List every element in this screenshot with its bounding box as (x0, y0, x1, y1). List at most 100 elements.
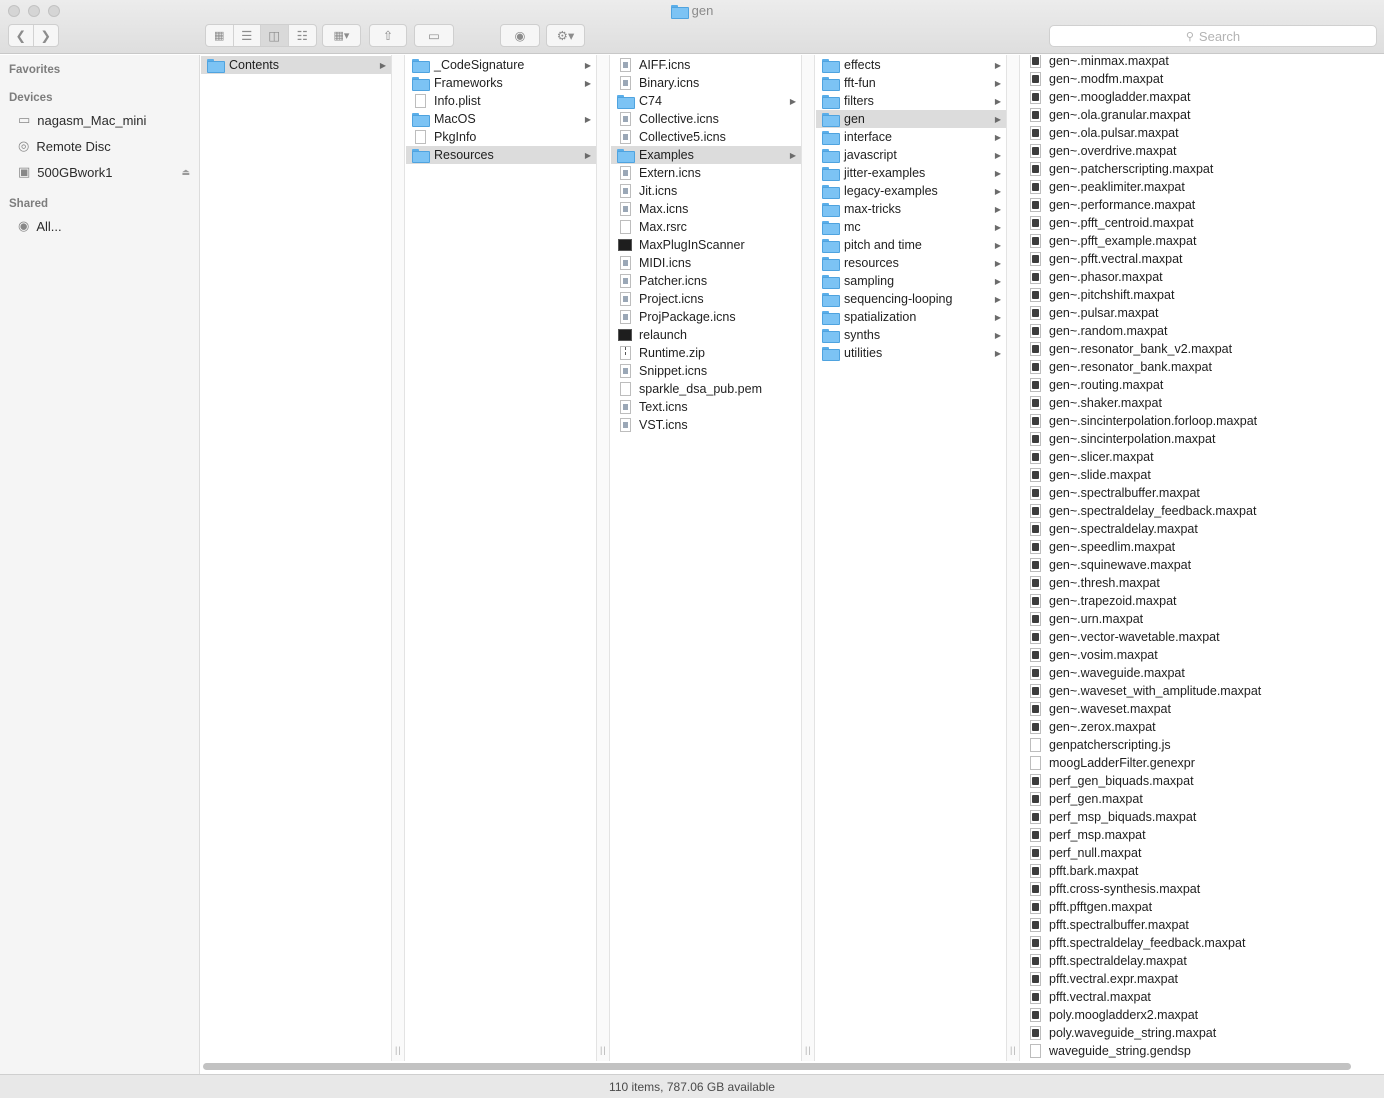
file-row[interactable]: gen~.pitchshift.maxpat (1021, 286, 1384, 304)
file-row[interactable]: poly.moogladderx2.maxpat (1021, 1006, 1384, 1024)
file-row[interactable]: gen~.random.maxpat (1021, 322, 1384, 340)
file-row[interactable]: gen~.overdrive.maxpat (1021, 142, 1384, 160)
icon-view-button[interactable]: ▦ (206, 25, 234, 46)
folder-row[interactable]: Resources ▶ (406, 146, 596, 164)
file-row[interactable]: PkgInfo (406, 128, 596, 146)
file-row[interactable]: gen~.urn.maxpat (1021, 610, 1384, 628)
file-row[interactable]: pfft.cross-synthesis.maxpat (1021, 880, 1384, 898)
share-button[interactable]: ⇧ (369, 24, 407, 47)
column-2[interactable]: _CodeSignature ▶ Frameworks ▶ Info.plist MacO… (406, 55, 596, 1061)
file-row[interactable]: gen~.shaker.maxpat (1021, 394, 1384, 412)
column-resize-divider[interactable]: || (596, 55, 610, 1061)
file-row[interactable]: gen~.routing.maxpat (1021, 376, 1384, 394)
file-row[interactable]: ProjPackage.icns (611, 308, 801, 326)
file-row[interactable]: gen~.modfm.maxpat (1021, 70, 1384, 88)
forward-button[interactable]: ❯ (34, 25, 58, 46)
folder-row[interactable]: synths ▶ (816, 326, 1006, 344)
folder-row[interactable]: sampling ▶ (816, 272, 1006, 290)
file-row[interactable]: Max.icns (611, 200, 801, 218)
file-row[interactable]: sparkle_dsa_pub.pem (611, 380, 801, 398)
file-row[interactable]: gen~.spectraldelay_feedback.maxpat (1021, 502, 1384, 520)
file-row[interactable]: waveguide_string.gendsp (1021, 1042, 1384, 1060)
file-row[interactable]: Project.icns (611, 290, 801, 308)
search-field[interactable]: ⚲ Search (1049, 25, 1377, 47)
file-row[interactable]: gen~.sincinterpolation.maxpat (1021, 430, 1384, 448)
sidebar-item-remote-disc[interactable]: ◎ Remote Disc (18, 136, 196, 156)
resize-handle-icon[interactable]: || (395, 1045, 402, 1055)
folder-row[interactable]: jitter-examples ▶ (816, 164, 1006, 182)
file-row[interactable]: gen~.waveset.maxpat (1021, 700, 1384, 718)
file-row[interactable]: Extern.icns (611, 164, 801, 182)
file-row[interactable]: Info.plist (406, 92, 596, 110)
column-view-button[interactable]: ◫ (261, 25, 289, 46)
column-5[interactable]: gen~.minmax.maxpat gen~.modfm.maxpat gen~.… (1021, 55, 1384, 1061)
tag-button[interactable]: ▭ (414, 24, 454, 47)
file-row[interactable]: pfft.spectraldelay.maxpat (1021, 952, 1384, 970)
file-row[interactable]: Max.rsrc (611, 218, 801, 236)
horizontal-scrollbar[interactable] (203, 1063, 1351, 1070)
file-row[interactable]: gen~.pfft_example.maxpat (1021, 232, 1384, 250)
folder-row[interactable]: spatialization ▶ (816, 308, 1006, 326)
file-row[interactable]: Text.icns (611, 398, 801, 416)
file-row[interactable]: Collective.icns (611, 110, 801, 128)
file-row[interactable]: pfft.spectraldelay_feedback.maxpat (1021, 934, 1384, 952)
folder-row[interactable]: mc ▶ (816, 218, 1006, 236)
file-row[interactable]: perf_gen.maxpat (1021, 790, 1384, 808)
sidebar-item-500gbwork1[interactable]: ▣ 500GBwork1 ⏏ (18, 162, 196, 182)
file-row[interactable]: gen~.pulsar.maxpat (1021, 304, 1384, 322)
file-row[interactable]: perf_msp_biquads.maxpat (1021, 808, 1384, 826)
file-row[interactable]: perf_null.maxpat (1021, 844, 1384, 862)
file-row[interactable]: gen~.peaklimiter.maxpat (1021, 178, 1384, 196)
action-button[interactable]: ⚙▾ (546, 24, 585, 47)
folder-row[interactable]: MacOS ▶ (406, 110, 596, 128)
folder-row[interactable]: max-tricks ▶ (816, 200, 1006, 218)
eject-icon[interactable]: ⏏ (181, 167, 190, 178)
resize-handle-icon[interactable]: || (600, 1045, 607, 1055)
folder-row[interactable]: _CodeSignature ▶ (406, 56, 596, 74)
file-row[interactable]: Patcher.icns (611, 272, 801, 290)
file-row[interactable]: gen~.ola.pulsar.maxpat (1021, 124, 1384, 142)
folder-row[interactable]: C74 ▶ (611, 92, 801, 110)
file-row[interactable]: gen~.vector-wavetable.maxpat (1021, 628, 1384, 646)
quicklook-button[interactable]: ◉ (500, 24, 540, 47)
file-row[interactable]: Runtime.zip (611, 344, 801, 362)
column-1[interactable]: Contents ▶ (201, 55, 391, 1061)
arrange-button[interactable]: ▦▾ (322, 24, 361, 47)
file-row[interactable]: gen~.spectralbuffer.maxpat (1021, 484, 1384, 502)
list-view-button[interactable]: ☰ (234, 25, 261, 46)
file-row[interactable]: gen~.waveset_with_amplitude.maxpat (1021, 682, 1384, 700)
file-row[interactable]: gen~.ola.granular.maxpat (1021, 106, 1384, 124)
resize-handle-icon[interactable]: || (805, 1045, 812, 1055)
file-row[interactable]: gen~.resonator_bank.maxpat (1021, 358, 1384, 376)
column-resize-divider[interactable]: || (391, 55, 405, 1061)
folder-row[interactable]: gen ▶ (816, 110, 1006, 128)
file-row[interactable]: AIFF.icns (611, 56, 801, 74)
folder-row[interactable]: legacy-examples ▶ (816, 182, 1006, 200)
file-row[interactable]: gen~.speedlim.maxpat (1021, 538, 1384, 556)
file-row[interactable]: gen~.patcherscripting.maxpat (1021, 160, 1384, 178)
folder-row[interactable]: javascript ▶ (816, 146, 1006, 164)
file-row[interactable]: pfft.vectral.expr.maxpat (1021, 970, 1384, 988)
file-row[interactable]: gen~.slide.maxpat (1021, 466, 1384, 484)
column-resize-divider[interactable]: || (1006, 55, 1020, 1061)
file-row[interactable]: Jit.icns (611, 182, 801, 200)
back-button[interactable]: ❮ (9, 25, 34, 46)
folder-row[interactable]: utilities ▶ (816, 344, 1006, 362)
file-row[interactable]: gen~.slicer.maxpat (1021, 448, 1384, 466)
column-4[interactable]: effects ▶ fft-fun ▶ filters ▶ gen ▶ interface ▶ ja… (816, 55, 1006, 1061)
file-row[interactable]: pfft.bark.maxpat (1021, 862, 1384, 880)
file-row[interactable]: Snippet.icns (611, 362, 801, 380)
folder-row[interactable]: fft-fun ▶ (816, 74, 1006, 92)
file-row[interactable]: gen~.zerox.maxpat (1021, 718, 1384, 736)
sidebar-item-mac-mini[interactable]: ▭ nagasm_Mac_mini (18, 110, 196, 130)
file-row[interactable]: gen~.minmax.maxpat (1021, 55, 1384, 70)
file-row[interactable]: gen~.waveguide.maxpat (1021, 664, 1384, 682)
file-row[interactable]: genpatcherscripting.js (1021, 736, 1384, 754)
folder-row[interactable]: pitch and time ▶ (816, 236, 1006, 254)
folder-row[interactable]: Contents ▶ (201, 56, 391, 74)
file-row[interactable]: gen~.squinewave.maxpat (1021, 556, 1384, 574)
file-row[interactable]: gen~.vosim.maxpat (1021, 646, 1384, 664)
file-row[interactable]: MaxPlugInScanner (611, 236, 801, 254)
folder-row[interactable]: filters ▶ (816, 92, 1006, 110)
folder-row[interactable]: interface ▶ (816, 128, 1006, 146)
